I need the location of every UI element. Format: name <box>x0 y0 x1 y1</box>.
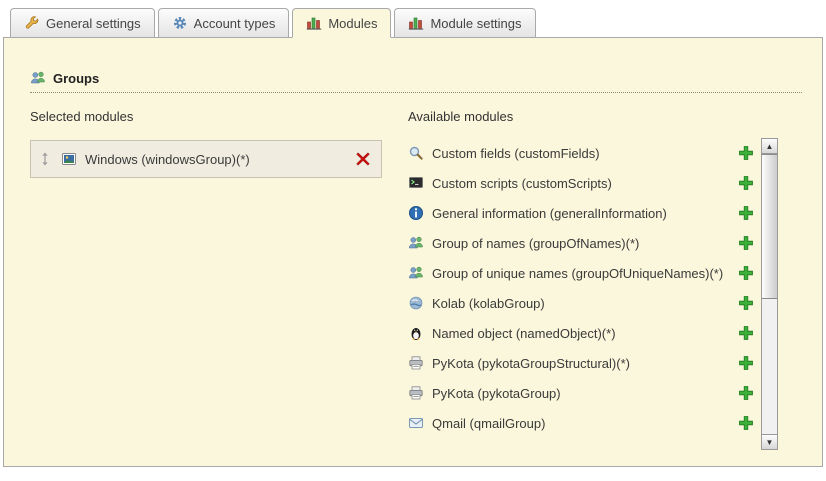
tab-label: Module settings <box>430 16 521 31</box>
selected-module-label: Windows (windowsGroup)(*) <box>85 152 347 167</box>
gear-icon <box>172 15 188 31</box>
available-module-row: General information (generalInformation) <box>408 198 754 228</box>
tab-label: General settings <box>46 16 141 31</box>
groups-icon <box>30 70 46 86</box>
scroll-track[interactable] <box>762 299 777 434</box>
windows-icon <box>61 151 77 167</box>
wrench-icon <box>24 15 40 31</box>
available-modules-column: Available modules Custom fields (customF… <box>408 109 800 450</box>
add-module-button[interactable] <box>738 415 754 431</box>
scrollbar[interactable] <box>761 138 778 450</box>
magnifier-icon <box>408 145 424 161</box>
available-module-row: PyKota (pykotaGroup) <box>408 378 754 408</box>
scroll-up-button[interactable] <box>762 139 777 154</box>
available-module-row: Named object (namedObject)(*) <box>408 318 754 348</box>
available-module-label: Group of names (groupOfNames)(*) <box>432 236 730 251</box>
printer-icon <box>408 355 424 371</box>
penguin-icon <box>408 325 424 341</box>
available-module-label: PyKota (pykotaGroupStructural)(*) <box>432 356 730 371</box>
columns: Selected modules Windows (windowsGroup)(… <box>30 109 800 450</box>
available-modules-heading: Available modules <box>408 109 800 124</box>
add-module-button[interactable] <box>738 175 754 191</box>
mail-icon <box>408 415 424 431</box>
available-module-label: PyKota (pykotaGroup) <box>432 386 730 401</box>
scroll-down-button[interactable] <box>762 434 777 449</box>
settings-panel: Groups Selected modules Windows (windows… <box>3 37 823 467</box>
section-heading: Groups <box>30 70 802 93</box>
add-module-button[interactable] <box>738 265 754 281</box>
add-module-button[interactable] <box>738 295 754 311</box>
chart-icon <box>408 15 424 31</box>
add-module-button[interactable] <box>738 385 754 401</box>
groups-icon <box>408 265 424 281</box>
available-modules-list: Custom fields (customFields) Custom scrip… <box>408 138 754 438</box>
terminal-icon <box>408 175 424 191</box>
tab-bar: General settings Account types Modules Modu… <box>0 0 826 37</box>
available-module-row: Qmail (qmailGroup) <box>408 408 754 438</box>
scroll-thumb[interactable] <box>762 154 777 299</box>
selected-module-row: Windows (windowsGroup)(*) <box>30 140 382 178</box>
available-module-row: Group of names (groupOfNames)(*) <box>408 228 754 258</box>
section-title: Groups <box>53 71 99 86</box>
selected-modules-list: Windows (windowsGroup)(*) <box>30 140 382 178</box>
chart-icon <box>306 15 322 31</box>
available-module-row: Group of unique names (groupOfUniqueName… <box>408 258 754 288</box>
tab-module-settings[interactable]: Module settings <box>394 8 535 38</box>
available-module-row: Custom fields (customFields) <box>408 138 754 168</box>
available-module-label: Group of unique names (groupOfUniqueName… <box>432 266 730 281</box>
available-module-label: Custom scripts (customScripts) <box>432 176 730 191</box>
groups-icon <box>408 235 424 251</box>
tab-modules[interactable]: Modules <box>292 8 391 38</box>
available-module-label: Qmail (qmailGroup) <box>432 416 730 431</box>
available-module-label: Custom fields (customFields) <box>432 146 730 161</box>
available-module-label: Kolab (kolabGroup) <box>432 296 730 311</box>
available-module-row: Custom scripts (customScripts) <box>408 168 754 198</box>
tab-general-settings[interactable]: General settings <box>10 8 155 38</box>
selected-modules-column: Selected modules Windows (windowsGroup)(… <box>30 109 382 450</box>
add-module-button[interactable] <box>738 325 754 341</box>
add-module-button[interactable] <box>738 145 754 161</box>
available-module-row: Kolab (kolabGroup) <box>408 288 754 318</box>
add-module-button[interactable] <box>738 355 754 371</box>
available-module-label: General information (generalInformation) <box>432 206 730 221</box>
kolab-icon <box>408 295 424 311</box>
tab-account-types[interactable]: Account types <box>158 8 290 38</box>
remove-module-button[interactable] <box>355 151 371 167</box>
drag-handle-icon[interactable] <box>37 151 53 167</box>
available-module-row: PyKota (pykotaGroupStructural)(*) <box>408 348 754 378</box>
printer-icon <box>408 385 424 401</box>
selected-modules-heading: Selected modules <box>30 109 382 124</box>
info-icon <box>408 205 424 221</box>
tab-label: Account types <box>194 16 276 31</box>
add-module-button[interactable] <box>738 205 754 221</box>
available-modules-listbox: Custom fields (customFields) Custom scrip… <box>408 138 800 450</box>
available-module-label: Named object (namedObject)(*) <box>432 326 730 341</box>
tab-label: Modules <box>328 16 377 31</box>
add-module-button[interactable] <box>738 235 754 251</box>
